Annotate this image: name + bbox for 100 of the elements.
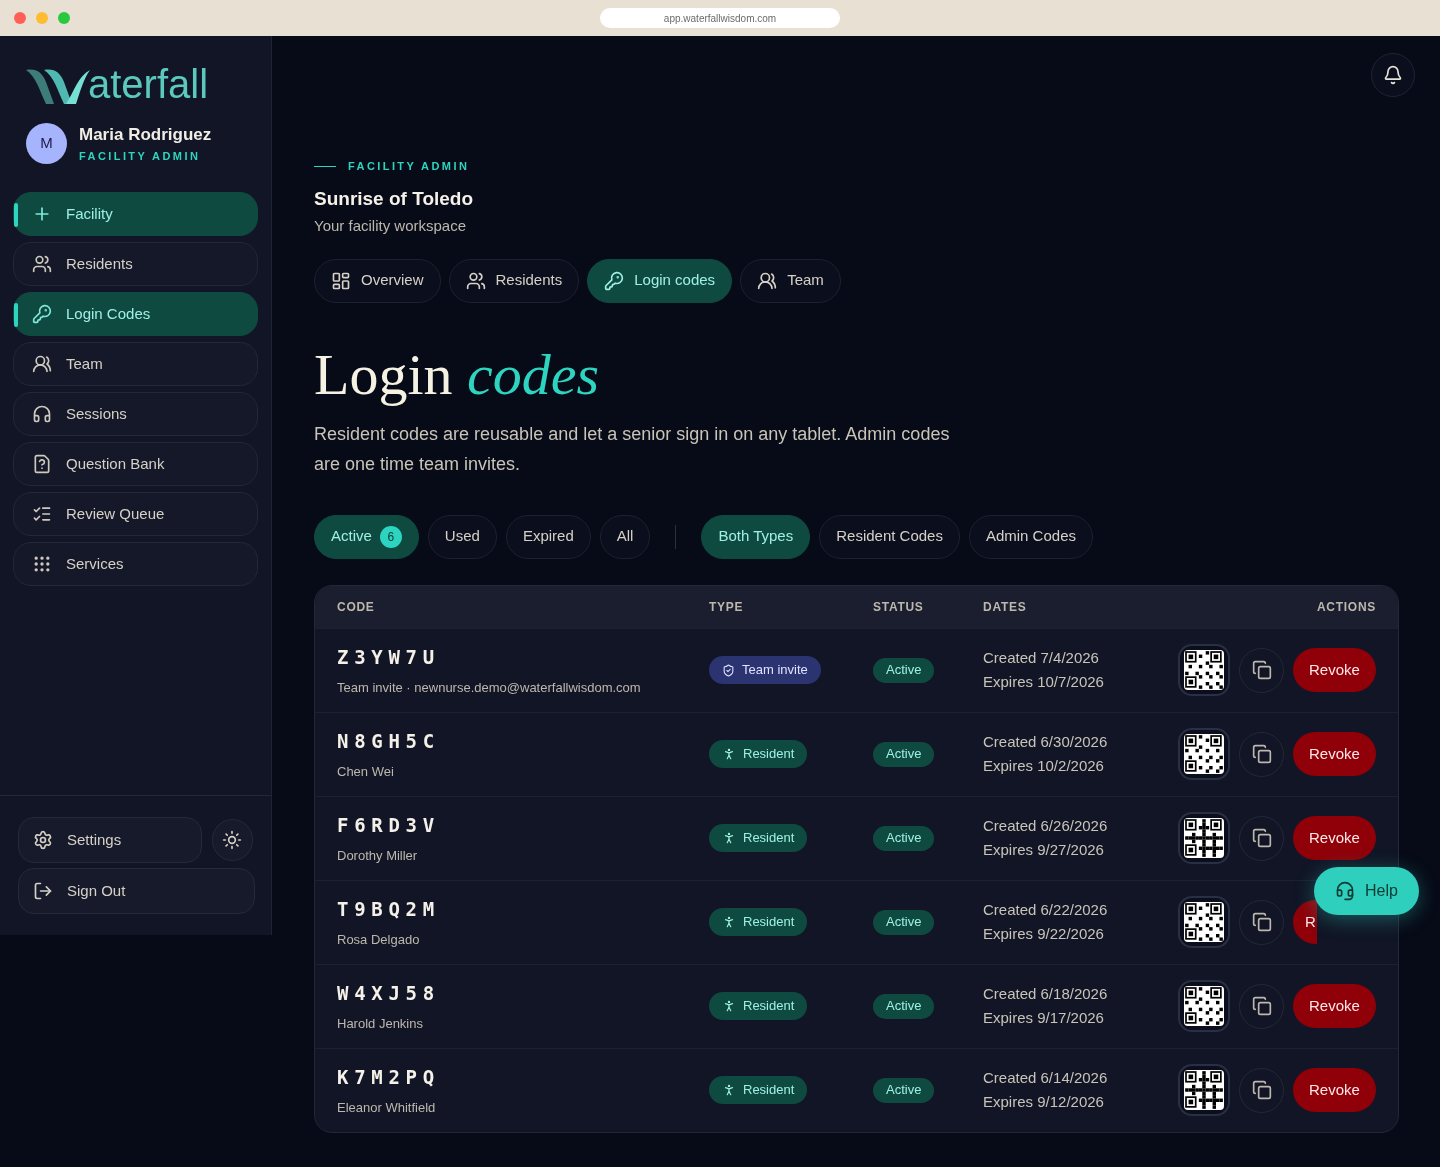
login-code: T9BQ2M (337, 897, 441, 922)
status-badge: Active (873, 909, 935, 935)
group-icon (32, 354, 52, 374)
copy-icon (1251, 1080, 1272, 1100)
copy-icon (1251, 660, 1272, 680)
qr-code-button[interactable] (1178, 896, 1230, 948)
type-badge: Resident (709, 1076, 808, 1104)
settings-icon (33, 830, 53, 850)
code-detail: Dorothy Miller (337, 846, 419, 865)
status-filter-chip[interactable]: Expired (505, 514, 591, 559)
people-icon (465, 270, 486, 291)
theme-toggle-button[interactable] (211, 819, 253, 861)
type-filter-chip[interactable]: Resident Codes (819, 514, 960, 559)
type-badge: Resident (709, 824, 808, 852)
copy-icon (1251, 996, 1272, 1016)
sidebar-item[interactable]: Residents (13, 242, 258, 286)
created-date: Created 7/4/2026 (983, 647, 1100, 668)
group-icon (757, 270, 778, 291)
address-bar[interactable]: app.waterfallwisdom.com (600, 8, 840, 28)
expiry-date: Expires 10/2/2026 (983, 756, 1105, 776)
created-date: Created 6/14/2026 (983, 1067, 1109, 1088)
column-header: TYPE (709, 598, 745, 616)
nav-tab[interactable]: Overview (314, 258, 441, 303)
status-filter-chip[interactable]: Active 6 (314, 514, 419, 559)
expiry-date: Expires 10/7/2026 (983, 672, 1105, 692)
nav-tab[interactable]: Login codes (587, 258, 733, 303)
revoke-button[interactable]: Revoke (1293, 1068, 1376, 1112)
code-detail: Harold Jenkins (337, 1014, 424, 1033)
sidebar-item[interactable]: Question Bank (13, 442, 258, 486)
qr-code-icon (1184, 734, 1224, 774)
status-filter-chip[interactable]: All (599, 514, 651, 559)
type-filter-chip[interactable]: Both Types (701, 514, 811, 559)
code-detail: Eleanor Whitfield (337, 1098, 437, 1117)
copy-icon (1251, 912, 1272, 932)
login-code: F6RD3V (337, 813, 441, 838)
login-code: K7M2PQ (337, 1065, 441, 1090)
revoke-button[interactable]: Revoke (1293, 732, 1376, 776)
qr-code-button[interactable] (1178, 644, 1230, 696)
qr-code-button[interactable] (1178, 728, 1230, 780)
key-icon (604, 270, 625, 291)
sidebar-item[interactable]: Review Queue (13, 492, 258, 536)
question-icon (32, 454, 52, 474)
sidebar-item[interactable]: Services (13, 542, 258, 586)
sign-out-icon (33, 881, 53, 901)
status-badge: Active (873, 825, 935, 851)
headset-icon (1335, 881, 1356, 901)
qr-code-icon (1184, 986, 1224, 1026)
qr-code-button[interactable] (1178, 980, 1230, 1032)
facility-subtitle: Your facility workspace (314, 216, 467, 236)
status-badge: Active (873, 1077, 935, 1103)
status-badge: Active (873, 657, 935, 683)
revoke-button[interactable]: Revoke (1293, 648, 1376, 692)
help-button[interactable]: Help (1314, 867, 1419, 915)
type-badge: Resident (709, 908, 808, 936)
qr-code-button[interactable] (1178, 812, 1230, 864)
login-code: Z3YW7U (337, 645, 441, 670)
nav-tab[interactable]: Team (740, 258, 841, 303)
code-detail: Chen Wei (337, 762, 395, 781)
qr-code-icon (1184, 902, 1224, 942)
people-icon (32, 254, 52, 274)
qr-code-button[interactable] (1178, 1064, 1230, 1116)
status-badge: Active (873, 993, 935, 1019)
revoke-button[interactable]: Revoke (1293, 984, 1376, 1028)
nav-tab[interactable]: Residents (448, 258, 580, 303)
revoke-button[interactable]: Revoke (1293, 816, 1376, 860)
settings-button[interactable]: Settings (18, 817, 202, 863)
key-icon (32, 304, 52, 324)
expiry-date: Expires 9/17/2026 (983, 1008, 1105, 1028)
shield-icon (722, 663, 735, 677)
logo-text: aterfall (88, 64, 209, 106)
sidebar-item[interactable]: Facility (13, 192, 258, 236)
dots-grid-icon (32, 554, 52, 574)
qr-code-icon (1184, 650, 1224, 690)
created-date: Created 6/30/2026 (983, 731, 1109, 752)
type-filter-chip[interactable]: Admin Codes (968, 514, 1093, 559)
user-name: Maria Rodriguez (79, 124, 212, 146)
page-description: Resident codes are reusable and let a senior sign in on any tablet. Admin codes are one time team invites. (314, 422, 951, 476)
section-eyebrow: FACILITY ADMIN (348, 159, 470, 174)
created-date: Created 6/26/2026 (983, 815, 1109, 836)
active-indicator (14, 203, 18, 227)
checklist-icon (32, 504, 52, 524)
sidebar-item[interactable]: Login Codes (13, 292, 258, 336)
column-header: ACTIONS (1315, 598, 1376, 616)
code-detail: Team invite · newnurse.demo@waterfallwisdom.com (337, 678, 642, 697)
expiry-date: Expires 9/22/2026 (983, 924, 1105, 944)
copy-icon (1251, 744, 1272, 764)
page-title: Login codes (314, 342, 601, 407)
status-filter-chip[interactable]: Used (427, 514, 497, 559)
revoke-button[interactable]: R (1293, 900, 1317, 944)
sidebar-item[interactable]: Sessions (13, 392, 258, 436)
user-role: FACILITY ADMIN (79, 148, 202, 164)
user-avatar: M (26, 122, 67, 164)
login-code: N8GH5C (337, 729, 441, 754)
notifications-button[interactable] (1371, 53, 1415, 97)
wave-logo-icon (26, 68, 90, 106)
login-code: W4XJ58 (337, 981, 441, 1006)
status-badge: Active (873, 741, 935, 767)
sidebar-item[interactable]: Team (13, 342, 258, 386)
column-header: CODE (337, 598, 376, 616)
sign-out-button[interactable]: Sign Out (18, 868, 255, 914)
